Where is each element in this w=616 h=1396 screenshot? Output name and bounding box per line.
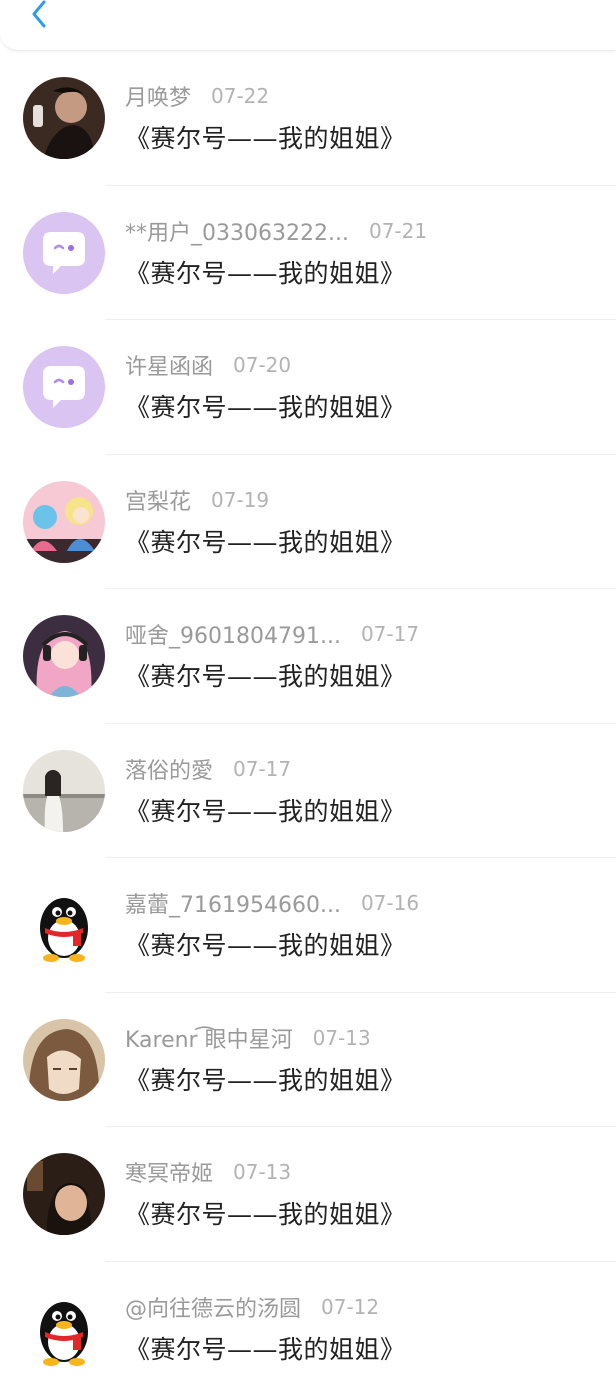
avatar[interactable]: [23, 615, 105, 697]
chat-bubble-icon: [23, 346, 105, 428]
work-title[interactable]: 《赛尔号——我的姐姐》: [125, 254, 406, 290]
qq-penguin-icon: [23, 884, 105, 966]
item-date: 07-13: [233, 1160, 291, 1184]
work-title[interactable]: 《赛尔号——我的姐姐》: [125, 1195, 406, 1231]
work-title[interactable]: 《赛尔号——我的姐姐》: [125, 792, 406, 828]
item-date: 07-17: [361, 622, 419, 646]
item-meta: 月唤梦 07-22: [125, 81, 269, 111]
item-meta: 许星函函 07-20: [125, 350, 291, 380]
item-meta: 寒冥帝姬 07-13: [125, 1157, 291, 1187]
chat-bubble-icon: [23, 212, 105, 294]
work-title[interactable]: 《赛尔号——我的姐姐》: [125, 1061, 406, 1097]
list-item[interactable]: **用户_033063222... 07-21 《赛尔号——我的姐姐》: [0, 186, 616, 321]
item-date: 07-12: [321, 1295, 379, 1319]
avatar[interactable]: [23, 1153, 105, 1235]
avatar[interactable]: [23, 1019, 105, 1101]
avatar[interactable]: [23, 750, 105, 832]
top-bar: [0, 0, 616, 51]
avatar[interactable]: [23, 1288, 105, 1370]
item-meta: @向往德云的汤圆 07-12: [125, 1292, 379, 1322]
user-name[interactable]: Karenr ͡眼中星河: [125, 1022, 293, 1054]
avatar[interactable]: [23, 481, 105, 563]
item-date: 07-16: [361, 891, 419, 915]
list-item[interactable]: Karenr ͡眼中星河 07-13 《赛尔号——我的姐姐》: [0, 993, 616, 1128]
item-meta: Karenr ͡眼中星河 07-13: [125, 1023, 371, 1053]
avatar[interactable]: [23, 884, 105, 966]
user-name[interactable]: 嘉蕾_7161954660...: [125, 887, 341, 919]
user-name[interactable]: 月唤梦: [125, 80, 191, 112]
work-title[interactable]: 《赛尔号——我的姐姐》: [125, 657, 406, 693]
user-name[interactable]: **用户_033063222...: [125, 215, 349, 247]
item-meta: 哑舍_9601804791... 07-17: [125, 619, 419, 649]
user-name[interactable]: 寒冥帝姬: [125, 1156, 213, 1188]
list-item[interactable]: 嘉蕾_7161954660... 07-16 《赛尔号——我的姐姐》: [0, 858, 616, 993]
qq-penguin-icon: [23, 1288, 105, 1370]
work-title[interactable]: 《赛尔号——我的姐姐》: [125, 926, 406, 962]
list-item[interactable]: 宫梨花 07-19 《赛尔号——我的姐姐》: [0, 455, 616, 590]
avatar[interactable]: [23, 212, 105, 294]
list-item[interactable]: 哑舍_9601804791... 07-17 《赛尔号——我的姐姐》: [0, 589, 616, 724]
work-title[interactable]: 《赛尔号——我的姐姐》: [125, 1330, 406, 1366]
list-item[interactable]: @向往德云的汤圆 07-12 《赛尔号——我的姐姐》: [0, 1262, 616, 1396]
user-list: 月唤梦 07-22 《赛尔号——我的姐姐》 **用户_033063222... …: [0, 51, 616, 1396]
user-name[interactable]: 落俗的愛: [125, 753, 213, 785]
user-name[interactable]: 宫梨花: [125, 484, 191, 516]
list-item[interactable]: 寒冥帝姬 07-13 《赛尔号——我的姐姐》: [0, 1127, 616, 1262]
work-title[interactable]: 《赛尔号——我的姐姐》: [125, 523, 406, 559]
avatar[interactable]: [23, 77, 105, 159]
user-name[interactable]: 许星函函: [125, 349, 213, 381]
item-date: 07-21: [369, 219, 427, 243]
item-date: 07-19: [211, 488, 269, 512]
item-meta: **用户_033063222... 07-21: [125, 216, 427, 246]
back-button[interactable]: [24, 0, 54, 30]
item-meta: 宫梨花 07-19: [125, 485, 269, 515]
item-date: 07-22: [211, 84, 269, 108]
work-title[interactable]: 《赛尔号——我的姐姐》: [125, 388, 406, 424]
item-date: 07-13: [313, 1026, 371, 1050]
item-date: 07-17: [233, 757, 291, 781]
list-item[interactable]: 月唤梦 07-22 《赛尔号——我的姐姐》: [0, 51, 616, 186]
item-date: 07-20: [233, 353, 291, 377]
work-title[interactable]: 《赛尔号——我的姐姐》: [125, 119, 406, 155]
chevron-left-icon: [28, 0, 50, 30]
avatar[interactable]: [23, 346, 105, 428]
user-name[interactable]: 哑舍_9601804791...: [125, 618, 341, 650]
item-meta: 嘉蕾_7161954660... 07-16: [125, 888, 419, 918]
item-meta: 落俗的愛 07-17: [125, 754, 291, 784]
list-item[interactable]: 落俗的愛 07-17 《赛尔号——我的姐姐》: [0, 724, 616, 859]
user-name[interactable]: @向往德云的汤圆: [125, 1291, 301, 1323]
list-item[interactable]: 许星函函 07-20 《赛尔号——我的姐姐》: [0, 320, 616, 455]
